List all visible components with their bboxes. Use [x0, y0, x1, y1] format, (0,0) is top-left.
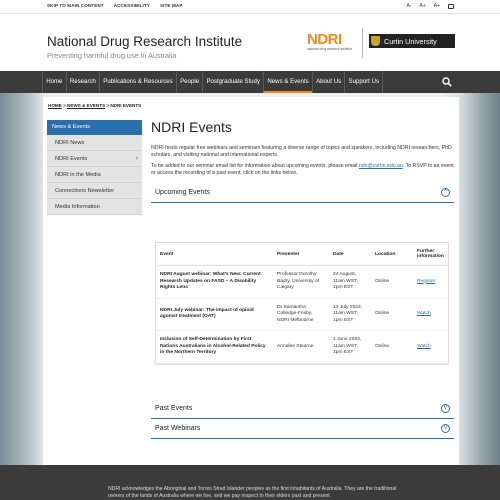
- event-date: 24 August, 11am WST, 1pm EST: [329, 265, 371, 299]
- event-info: Watch: [413, 330, 448, 364]
- ndri-logo-mark: NDRI: [307, 31, 342, 48]
- col-location: Location: [371, 243, 413, 266]
- breadcrumb-home[interactable]: HOME: [48, 103, 62, 108]
- table-row: NDRI July webinar: The impact of opioid …: [156, 298, 448, 331]
- sidebar-item-ndri-news[interactable]: NDRI News: [47, 135, 142, 151]
- col-presenter: Presenter: [273, 243, 329, 266]
- chevron-down-icon: v: [441, 424, 450, 433]
- event-date: 1 June 2022, 11am WST, 1pm EST: [329, 330, 371, 364]
- col-further-info: Further information: [413, 243, 448, 266]
- sidebar-item-label: NDRI Events: [55, 156, 88, 162]
- col-date: Date: [329, 243, 371, 266]
- skip-to-main-link[interactable]: SKIP TO MAIN CONTENT: [47, 3, 104, 8]
- event-info: Watch: [413, 298, 448, 331]
- rsvp-text-before: To be added to our seminar email list fo…: [151, 162, 359, 169]
- increase-text-button[interactable]: A+: [419, 3, 425, 9]
- ndri-logo-subtitle: national drug research institute: [307, 47, 353, 51]
- intro-paragraph: NDRI hosts regular free webinars and sem…: [151, 145, 452, 158]
- sidebar-header[interactable]: News & Events: [47, 120, 142, 135]
- curtin-logo[interactable]: Curtin University: [369, 34, 455, 48]
- event-name: NDRI July webinar: The impact of opioid …: [156, 298, 273, 331]
- text-size-controls: A- A+ A+: [406, 3, 454, 9]
- breadcrumb: HOME > NEWS & EVENTS > NDRI EVENTS: [48, 103, 141, 108]
- watch-link[interactable]: Watch: [417, 311, 431, 316]
- sidebar-item-label: NDRI News: [55, 140, 85, 146]
- sidebar-item-media-information[interactable]: Media Information: [47, 199, 142, 215]
- nav-news-events[interactable]: News & Events: [263, 71, 312, 93]
- event-date: 13 July 2022, 11am WST, 1pm EST: [329, 298, 371, 331]
- events-table: Event Presenter Date Location Further in…: [155, 242, 449, 365]
- nav-support[interactable]: Support Us: [344, 71, 384, 93]
- email-link[interactable]: ndri@curtin.edu.au: [359, 163, 403, 169]
- site-title[interactable]: National Drug Research Institute: [47, 34, 242, 49]
- breadcrumb-separator: >: [106, 103, 110, 108]
- search-icon[interactable]: [442, 77, 452, 87]
- sidebar-item-label: Connections Newsletter: [55, 188, 115, 194]
- site-map-link[interactable]: SITE MAP: [160, 3, 183, 8]
- past-webinars-label: Past Webinars: [155, 425, 201, 432]
- nav-research[interactable]: Research: [65, 71, 99, 93]
- watch-link[interactable]: Watch: [417, 344, 431, 349]
- main-content-area: HOME > NEWS & EVENTS > NDRI EVENTS News …: [43, 97, 459, 465]
- upcoming-events-accordion[interactable]: Upcoming Events ^: [151, 183, 454, 203]
- nav-publications[interactable]: Publications & Resources: [99, 71, 176, 93]
- page-content: NDRI Events NDRI hosts regular free webi…: [151, 119, 454, 203]
- nav-postgraduate[interactable]: Postgraduate Study: [202, 71, 263, 93]
- event-info: Register: [413, 265, 448, 299]
- register-link[interactable]: Register: [417, 279, 435, 284]
- breadcrumb-current: NDRI EVENTS: [110, 103, 142, 108]
- sidebar-item-label: Media Information: [55, 204, 100, 210]
- table-header-row: Event Presenter Date Location Further in…: [156, 243, 448, 266]
- chevron-up-icon: ^: [441, 187, 450, 197]
- decrease-text-button[interactable]: A-: [406, 3, 411, 9]
- sidebar-item-ndri-in-media[interactable]: NDRI in the Media: [47, 167, 142, 183]
- sidebar-item-ndri-events[interactable]: NDRI Events ›: [47, 151, 142, 167]
- breadcrumb-news-events[interactable]: NEWS & EVENTS: [67, 103, 105, 108]
- rsvp-paragraph: To be added to our seminar email list fo…: [151, 163, 454, 177]
- accessibility-link[interactable]: ACCESSIBILITY: [114, 3, 150, 8]
- nav-people[interactable]: People: [175, 71, 202, 93]
- nav-home[interactable]: Home: [42, 71, 66, 93]
- curtin-logo-text: Curtin University: [384, 36, 437, 46]
- upcoming-events-label: Upcoming Events: [155, 188, 210, 196]
- chevron-right-icon: ›: [135, 155, 138, 162]
- utility-bar: SKIP TO MAIN CONTENT ACCESSIBILITY SITE …: [0, 0, 500, 14]
- utility-links: SKIP TO MAIN CONTENT ACCESSIBILITY SITE …: [47, 3, 182, 8]
- sidebar-item-label: NDRI in the Media: [55, 172, 101, 178]
- site-tagline: Preventing harmful drug use in Australia: [47, 51, 177, 60]
- main-nav: Home Research Publications & Resources P…: [0, 71, 500, 93]
- increase-text-more-button[interactable]: A+: [434, 3, 440, 9]
- event-location: Online: [371, 298, 413, 331]
- curtin-crest-icon: [371, 36, 380, 46]
- event-name: NDRI August webinar: What's New: Current…: [156, 265, 273, 299]
- sidebar: News & Events NDRI News NDRI Events › NDR…: [47, 120, 142, 215]
- event-location: Online: [371, 330, 413, 364]
- event-presenter: Dr Samantha Colledge-Frisby, NDRI Melbou…: [273, 298, 329, 331]
- site-header: National Drug Research Institute Prevent…: [0, 14, 500, 71]
- logo-divider: [362, 28, 363, 58]
- acknowledgement-text: NDRI acknowledges the Aboriginal and Tor…: [108, 486, 397, 499]
- ndri-logo[interactable]: NDRI national drug research institute: [307, 32, 359, 60]
- past-webinars-accordion[interactable]: Past Webinars v: [151, 419, 454, 439]
- chevron-down-icon: v: [441, 404, 450, 413]
- nav-about[interactable]: About Us: [311, 71, 344, 93]
- site-footer: NDRI acknowledges the Aboriginal and Tor…: [0, 465, 500, 500]
- breadcrumb-separator: >: [63, 103, 66, 108]
- past-events-label: Past Events: [155, 405, 193, 412]
- event-presenter: Professor Dorothy Badry, University of C…: [273, 265, 329, 299]
- table-row: NDRI August webinar: What's New: Current…: [156, 265, 448, 299]
- event-presenter: Annalee Stearne: [273, 330, 329, 364]
- sidebar-item-connections-newsletter[interactable]: Connections Newsletter: [47, 183, 142, 199]
- past-events-accordion[interactable]: Past Events v: [151, 399, 454, 419]
- table-row: Inclusion of Self-Determination by First…: [156, 330, 448, 364]
- print-icon[interactable]: [448, 3, 454, 9]
- col-event: Event: [156, 243, 273, 266]
- event-location: Online: [371, 265, 413, 299]
- event-name: Inclusion of Self-Determination by First…: [156, 330, 273, 364]
- page-title: NDRI Events: [151, 119, 232, 135]
